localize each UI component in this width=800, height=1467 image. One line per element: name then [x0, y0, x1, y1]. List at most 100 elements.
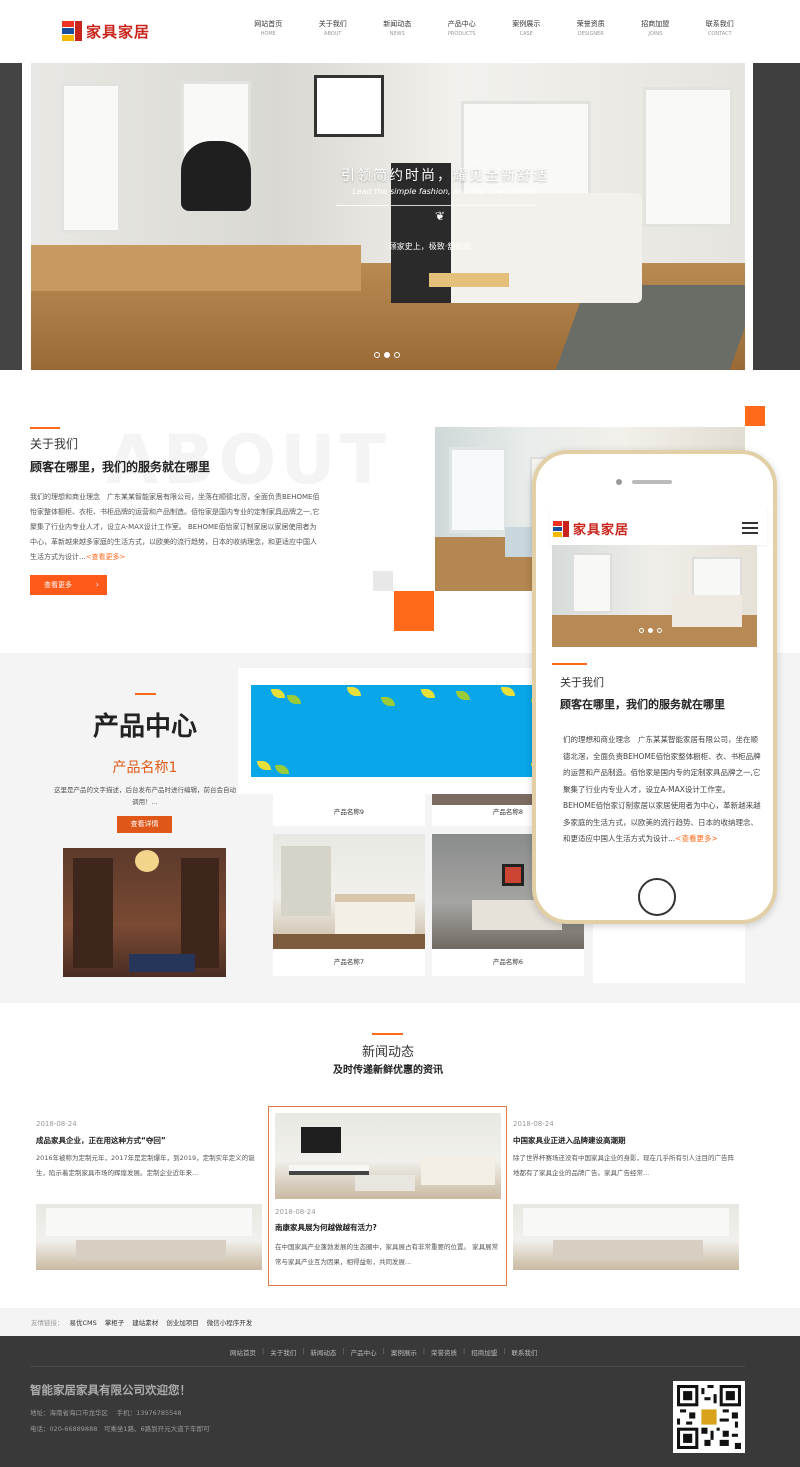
- about-accent-bar: [30, 427, 60, 429]
- footer-nav-products[interactable]: 产品中心: [351, 1347, 377, 1357]
- nav-label: 联系我们: [705, 20, 734, 28]
- hero-prev-slide[interactable]: [0, 63, 22, 370]
- hero-door: [61, 83, 121, 233]
- news-item[interactable]: 2018-08-24 成品家具企业，正在用这种方式“夺回” 2016年被称为定制…: [36, 1120, 262, 1181]
- ad-banner[interactable]: [238, 668, 560, 794]
- news-item-text: 在中国家具产业蓬勃发展的生态圈中，家具展占有非常重要的位置。 家具展常常与家具产…: [275, 1243, 499, 1266]
- hero-wall-poster: [314, 75, 384, 137]
- nav-sublabel: CONTACT: [707, 31, 732, 37]
- phone-camera-icon: [616, 479, 622, 485]
- decor-square-orange: [745, 406, 765, 426]
- nav-item-contact[interactable]: 联系我们 CONTACT: [688, 19, 753, 39]
- friend-link[interactable]: 创业加项目: [166, 1317, 199, 1327]
- nav-item-joins[interactable]: 招商加盟 JOINS: [623, 19, 688, 39]
- news-item-featured[interactable]: 2018-08-24 南康家具展为何越做越有活力? 在中国家具产业蓬勃发展的生态…: [268, 1106, 507, 1286]
- friend-link[interactable]: 建站素材: [132, 1317, 158, 1327]
- leaf-icon: [257, 761, 271, 770]
- about-window: [449, 447, 507, 533]
- news-item-title[interactable]: 南康家具展为何越做越有活力?: [275, 1222, 501, 1233]
- footer-nav-news[interactable]: 新闻动态: [310, 1347, 336, 1357]
- footer-phone: 电话：020-66889888 可乘坐1路、6路到开元大道下车即可: [30, 1425, 210, 1433]
- news-image[interactable]: [513, 1204, 739, 1270]
- slider-dot[interactable]: [374, 352, 380, 358]
- about-more-label: 查看更多: [44, 581, 72, 589]
- leaf-icon: [501, 687, 515, 696]
- about-text: 我们的理想和商业理念 广东某某智能家居有限公司，坐落在顺德北滘，全面负责BEHO…: [30, 490, 322, 565]
- phone-accent-bar: [552, 663, 587, 665]
- news-date: 2018-08-24: [36, 1120, 77, 1128]
- nav-label: 新闻动态: [383, 20, 412, 28]
- logo-mark-icon: [62, 21, 82, 41]
- tv: [301, 1127, 341, 1153]
- product-name: 产品名称7: [333, 958, 365, 966]
- about-title: 顾客在哪里，我们的服务就在哪里: [30, 460, 211, 474]
- arrow-right-icon: ›: [95, 580, 99, 589]
- nav-item-news[interactable]: 新闻动态 NEWS: [365, 19, 430, 39]
- nav-label: 关于我们: [318, 20, 347, 28]
- tv-stand: [289, 1165, 369, 1175]
- footer-nav-about[interactable]: 关于我们: [270, 1347, 296, 1357]
- nav-item-about[interactable]: 关于我们 ABOUT: [301, 19, 366, 39]
- nav-sublabel: JOINS: [648, 31, 663, 37]
- product-card[interactable]: 产品名称9: [273, 793, 425, 826]
- slider-dot[interactable]: [657, 628, 662, 633]
- hero-window: [643, 87, 733, 227]
- view-detail-button[interactable]: 查看详情: [117, 816, 172, 833]
- nav-item-home[interactable]: 网站首页 HOME: [236, 19, 301, 39]
- nav-label: 荣誉资质: [576, 20, 605, 28]
- phone-more-link[interactable]: <查看更多>: [675, 834, 718, 843]
- separator: |: [422, 1347, 426, 1355]
- friend-link[interactable]: 掌柜子: [105, 1317, 125, 1327]
- footer-nav-honor[interactable]: 荣誉资质: [431, 1347, 457, 1357]
- header: 家具家居 网站首页 HOME 关于我们 ABOUT 新闻动态 NEWS 产品中心 PRO…: [0, 0, 800, 62]
- about-more-link[interactable]: <查看更多>: [86, 553, 126, 561]
- news-date: 2018-08-24: [513, 1120, 554, 1128]
- separator: |: [463, 1347, 466, 1355]
- featured-product-image[interactable]: [63, 848, 226, 977]
- nav-label: 产品中心: [447, 20, 476, 28]
- news-item-title[interactable]: 中国家具业正进入品牌建设高潮期: [513, 1135, 739, 1146]
- leaf-icon: [347, 687, 361, 696]
- qr-code-icon: [673, 1381, 745, 1453]
- news-image[interactable]: [275, 1113, 501, 1199]
- logo[interactable]: 家具家居: [62, 19, 150, 43]
- news-item-title[interactable]: 成品家具企业，正在用这种方式“夺回”: [36, 1135, 262, 1146]
- separator: |: [342, 1347, 345, 1355]
- nav-item-products[interactable]: 产品中心 PRODUCTS: [430, 19, 495, 39]
- product-card[interactable]: 产品名称7: [273, 834, 425, 976]
- hero-subtitle: Lead the simple fashion, and see new com…: [352, 187, 538, 196]
- nav-sublabel: ABOUT: [324, 31, 342, 37]
- friend-link[interactable]: 易优CMS: [70, 1317, 97, 1327]
- slider-dot-active[interactable]: [648, 628, 653, 633]
- nav-item-case[interactable]: 案例展示 CASE: [494, 19, 559, 39]
- hero-next-slide[interactable]: [753, 63, 800, 370]
- slider-dot[interactable]: [639, 628, 644, 633]
- nav-item-designer[interactable]: 荣誉资质 DESIGNER: [559, 19, 624, 39]
- hero-divider: [336, 205, 536, 206]
- main-nav: 网站首页 HOME 关于我们 ABOUT 新闻动态 NEWS 产品中心 PRODUCTS…: [236, 19, 752, 39]
- phone-speaker: [632, 480, 672, 484]
- phone-slider-dots: [639, 628, 662, 633]
- slider-dot[interactable]: [394, 352, 400, 358]
- news-image[interactable]: [36, 1204, 262, 1270]
- closet: [281, 846, 331, 916]
- slider-dot-active[interactable]: [384, 352, 390, 358]
- friend-link[interactable]: 微信小程序开发: [207, 1317, 253, 1327]
- coffee-table: [355, 1175, 415, 1191]
- phone-about-label: 关于我们: [560, 676, 604, 689]
- news-item[interactable]: 2018-08-24 中国家具业正进入品牌建设高潮期 除了世界杯赛场还没有中国家…: [513, 1120, 739, 1181]
- footer-nav-contact[interactable]: 联系我们: [511, 1347, 537, 1357]
- sofa: [421, 1157, 495, 1185]
- hamburger-menu-icon[interactable]: [742, 522, 758, 534]
- leaf-icon: [287, 695, 301, 704]
- phone-logo-text: 家具家居: [573, 523, 630, 538]
- footer-nav-home[interactable]: 网站首页: [230, 1347, 256, 1357]
- footer-nav-case[interactable]: 案例展示: [391, 1347, 417, 1357]
- footer-nav-joins[interactable]: 招商加盟: [471, 1347, 497, 1357]
- phone-logo[interactable]: 家具家居: [553, 519, 629, 538]
- nav-sublabel: NEWS: [389, 31, 405, 37]
- about-more-button[interactable]: 查看更多 ›: [30, 575, 107, 595]
- nav-sublabel: HOME: [260, 31, 276, 37]
- phone-home-button[interactable]: [638, 878, 676, 916]
- products-accent-bar: [135, 693, 156, 695]
